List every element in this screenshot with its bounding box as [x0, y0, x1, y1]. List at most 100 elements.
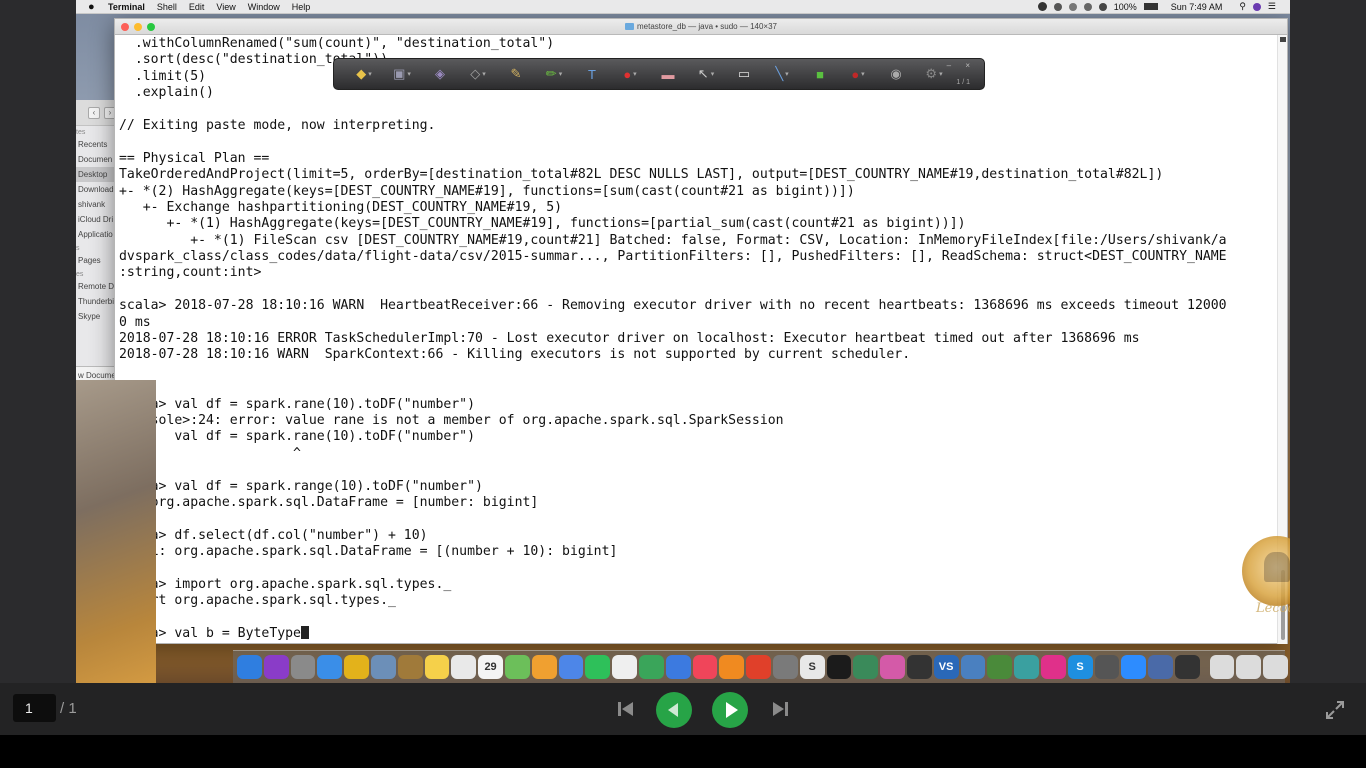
finder-sidebar-item[interactable]: Desktop [76, 167, 117, 182]
settings-icon[interactable]: ⚙ ▾ [918, 63, 950, 85]
eraser-pink-icon[interactable]: ▬ [652, 63, 684, 85]
folder-3-icon[interactable] [1263, 655, 1289, 679]
menu-shell[interactable]: Shell [157, 2, 177, 12]
finder-sidebar-item[interactable]: iCloud Dri [76, 212, 117, 227]
highlight-note-icon[interactable]: ◆ ▾ [348, 63, 380, 85]
camera-dark-icon[interactable] [906, 655, 932, 679]
pencil-icon[interactable]: ✎ [500, 63, 532, 85]
finder-sidebar-item[interactable]: Thunderbi [76, 294, 117, 309]
folder-2-icon[interactable] [1236, 655, 1262, 679]
zoom-icon[interactable] [1121, 655, 1147, 679]
preview-icon[interactable] [370, 655, 396, 679]
console-icon[interactable] [1174, 655, 1200, 679]
play-button[interactable] [712, 692, 748, 728]
chrome-icon[interactable] [344, 655, 369, 679]
terminal-window[interactable]: metastore_db — java • sudo — 140×37 .wit… [114, 18, 1288, 644]
app-store-icon[interactable] [746, 655, 771, 679]
finder-sidebar-item[interactable]: Applicatio [76, 227, 117, 242]
messages-alt-icon[interactable] [558, 655, 584, 679]
previous-button[interactable] [656, 692, 692, 728]
calendar-icon[interactable]: 29 [478, 655, 503, 679]
android-studio-icon[interactable] [987, 655, 1013, 679]
finder-sidebar-item[interactable]: Remote D [76, 279, 117, 294]
menu-edit[interactable]: Edit [189, 2, 205, 12]
fill-color-icon[interactable]: ■ [804, 63, 836, 85]
rectangle-icon[interactable]: ▭ [728, 63, 760, 85]
system-prefs-icon[interactable] [772, 655, 798, 679]
terminal-icon[interactable] [826, 655, 852, 679]
finder-icon[interactable] [237, 655, 262, 679]
zoom-button[interactable] [147, 23, 155, 31]
safari-icon[interactable] [317, 655, 343, 679]
maps-icon[interactable] [504, 655, 530, 679]
fullscreen-icon[interactable] [1324, 699, 1346, 721]
line-tool-icon[interactable]: ╲ ▾ [766, 63, 798, 85]
finder-sidebar-item[interactable]: shivank [76, 197, 117, 212]
finder-sidebar-item[interactable]: Skype [76, 309, 117, 324]
skype-icon[interactable]: S [1067, 655, 1093, 679]
notification-center-icon[interactable]: ☰ [1268, 1, 1276, 12]
first-page-icon[interactable] [614, 696, 638, 722]
battery-percent[interactable]: 100% [1114, 2, 1137, 12]
keynote-icon[interactable] [665, 655, 691, 679]
stamp-icon[interactable]: ▣ ▾ [386, 63, 418, 85]
screen-tool-icon[interactable] [1094, 655, 1120, 679]
arrow-shape-icon[interactable]: ◈ [424, 63, 456, 85]
terminal-titlebar[interactable]: metastore_db — java • sudo — 140×37 [115, 19, 1287, 35]
finder-sidebar-item[interactable]: Pages [76, 253, 117, 268]
flower-app-icon[interactable] [880, 655, 905, 679]
launchpad-icon[interactable] [290, 655, 316, 679]
text-tool-icon[interactable]: T [576, 63, 608, 85]
finder-sidebar-item[interactable]: Documen [76, 152, 117, 167]
terminal-line-text: .explain() [119, 85, 214, 101]
siri-icon[interactable] [263, 655, 289, 679]
folder-1-icon[interactable] [1209, 655, 1235, 679]
shapes-icon[interactable]: ● ▾ [614, 63, 646, 85]
record-status-icon[interactable] [1037, 2, 1047, 11]
books-icon[interactable] [719, 655, 745, 679]
music-icon[interactable] [692, 655, 718, 679]
finder-sidebar-item[interactable]: Recents [76, 137, 117, 152]
vscode-icon[interactable]: VS [933, 655, 959, 679]
spotlight-icon[interactable]: ⚲ [1239, 1, 1246, 12]
skitch-icon[interactable]: S [799, 655, 825, 679]
menu-window[interactable]: Window [248, 2, 280, 12]
pointer-icon[interactable]: ↖ ▾ [690, 63, 722, 85]
thunderbird-icon[interactable] [960, 655, 986, 679]
textedit-icon[interactable] [451, 655, 477, 679]
last-page-icon[interactable] [768, 696, 792, 722]
eraser-icon[interactable]: ◇ ▾ [462, 63, 494, 85]
numbers-icon[interactable] [638, 655, 664, 679]
close-button[interactable] [121, 23, 129, 31]
notes-brown-icon[interactable] [397, 655, 423, 679]
record-icon[interactable]: ● ▾ [842, 63, 874, 85]
battery-icon[interactable] [1143, 3, 1158, 10]
bluetooth-icon[interactable] [1083, 2, 1092, 11]
screen-capture-icon[interactable] [1053, 2, 1062, 11]
flower-pink-icon[interactable] [1040, 655, 1066, 679]
user-avatar-icon[interactable] [1252, 2, 1261, 11]
stickies-icon[interactable] [424, 655, 450, 679]
menu-app-name[interactable]: Terminal [108, 2, 145, 12]
virtualbox-icon[interactable] [1148, 655, 1173, 679]
marker-icon[interactable]: ✏ ▾ [538, 63, 570, 85]
terminal-output[interactable]: .withColumnRenamed("sum(count)", "destin… [119, 36, 1271, 642]
wifi-icon[interactable] [1098, 2, 1107, 11]
clock[interactable]: Sun 7:49 AM [1171, 2, 1223, 12]
minimize-button[interactable] [134, 23, 142, 31]
facetime-icon[interactable] [585, 655, 611, 679]
photos-icon[interactable] [531, 655, 557, 679]
globe-app-icon[interactable] [1014, 655, 1039, 679]
apple-menu-icon[interactable]: ● [88, 1, 98, 12]
menu-view[interactable]: View [216, 2, 235, 12]
back-arrow-icon[interactable]: ‹ [88, 106, 100, 119]
finder-sidebar-item[interactable]: Download [76, 182, 117, 197]
reminders-icon[interactable] [612, 655, 637, 679]
page-number-input[interactable]: 1 [13, 694, 56, 722]
network-icon[interactable] [853, 655, 879, 679]
sync-icon[interactable] [1068, 2, 1077, 11]
spotlight-icon[interactable]: ◉ [880, 63, 912, 85]
menu-help[interactable]: Help [292, 2, 311, 12]
scroll-up-icon[interactable] [1280, 37, 1286, 42]
annotation-window-buttons[interactable]: – × [947, 61, 976, 70]
